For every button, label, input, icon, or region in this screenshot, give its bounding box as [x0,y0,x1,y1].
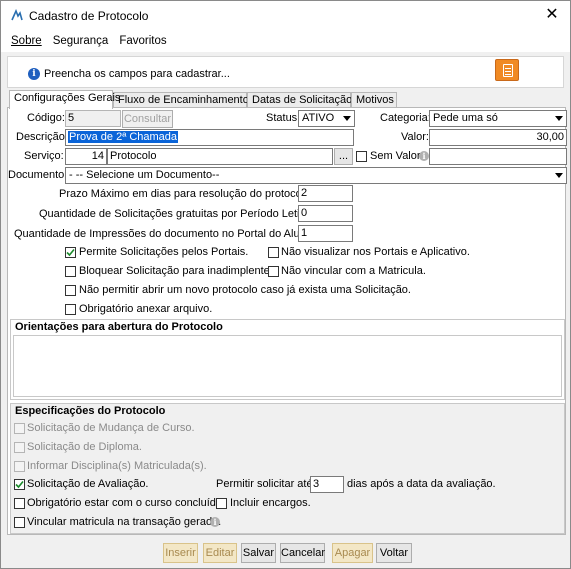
diploma-label: Solicitação de Diploma. [27,441,142,453]
codigo-field[interactable]: 5 [65,110,121,127]
documento-value: - -- Selecione um Documento-- [69,169,220,181]
servico-name-field[interactable]: Protocolo [107,148,333,165]
descricao-value: Prova de 2ª Chamada [68,131,179,143]
window-title: Cadastro de Protocolo [29,9,149,23]
permitir-ate-field[interactable]: 3 [310,476,344,493]
bloquear-label: Bloquear Solicitação para inadimplentes. [79,265,279,277]
orientacoes-group: Orientações para abertura do Protocolo [10,319,565,400]
mudanca-curso-checkbox[interactable] [14,423,25,434]
nao-visualizar-label: Não visualizar nos Portais e Aplicativo. [281,246,470,258]
voltar-button[interactable]: Voltar [376,543,412,563]
permitir-ate-label: Permitir solicitar até: [216,478,316,490]
especificacoes-group: Especificações do Protocolo Solicitação … [10,403,565,534]
menu-sobre[interactable]: Sobre [11,35,42,47]
close-icon[interactable]: ✕ [542,5,562,25]
status-label: Status: [266,112,301,124]
vincular-matricula-label: Vincular matricula na transação gerada. [27,516,222,528]
info-icon: i [419,151,429,161]
qtd-impressoes-field[interactable]: 1 [298,225,353,242]
qtd-solicitacoes-label: Quantidade de Solicitações gratuitas por… [39,208,315,220]
tab-configuracoes-gerais[interactable]: Configurações Gerais [9,90,120,109]
descricao-label: Descrição: [16,131,68,143]
informar-disciplina-label: Informar Disciplina(s) Matriculada(s). [27,460,207,472]
prazo-field[interactable]: 2 [298,185,353,202]
inserir-button[interactable]: Inserir [163,543,198,563]
valor-label: Valor: [401,131,429,143]
categoria-label: Categoria: [380,112,431,124]
curso-concluido-checkbox[interactable] [14,498,25,509]
qtd-impressoes-label: Quantidade de Impressões do documento no… [14,228,315,240]
curso-concluido-label: Obrigatório estar com o curso concluído. [27,497,226,509]
consultar-button[interactable]: Consultar [122,110,173,128]
bloquear-checkbox[interactable] [65,266,76,277]
menu-bar: Sobre Segurança Favoritos [1,30,570,52]
checkmark-icon [66,248,75,257]
nao-visualizar-checkbox[interactable] [268,247,279,258]
chevron-down-icon [555,173,563,178]
categoria-select[interactable]: Pede uma só [429,110,567,127]
chevron-down-icon [343,116,351,121]
cancelar-button[interactable]: Cancelar [280,543,325,563]
servico-code-field[interactable]: 14 [65,148,107,165]
config-panel: Código: 5 Consultar Status: ATIVO Catego… [7,107,567,535]
sem-valor-label: Sem Valor [370,150,421,162]
app-logo-icon [11,9,23,21]
diploma-checkbox[interactable] [14,442,25,453]
especificacoes-title: Especificações do Protocolo [15,405,166,417]
info-message: Preencha os campos para cadastrar... [44,68,230,80]
prazo-label: Prazo Máximo em dias para resolução do p… [59,188,314,200]
info-banner: i Preencha os campos para cadastrar... [7,56,564,88]
dias-label: dias após a data da avaliação. [347,478,496,490]
info-icon: i [28,68,40,80]
nao-vincular-label: Não vincular com a Matricula. [281,265,426,277]
protocol-window: Cadastro de Protocolo ✕ Sobre Segurança … [0,0,571,569]
vincular-matricula-checkbox[interactable] [14,517,25,528]
mudanca-curso-label: Solicitação de Mudança de Curso. [27,422,195,434]
chevron-down-icon [555,116,563,121]
status-select[interactable]: ATIVO [298,110,355,127]
orientacoes-textarea[interactable] [13,335,562,397]
title-bar: Cadastro de Protocolo ✕ [1,1,570,30]
descricao-field[interactable]: Prova de 2ª Chamada [65,129,354,146]
menu-seguranca[interactable]: Segurança [53,35,109,47]
orientacoes-title: Orientações para abertura do Protocolo [15,321,223,333]
menu-favoritos[interactable]: Favoritos [119,35,166,47]
permite-portais-checkbox[interactable] [65,247,76,258]
documento-label: Documento: [8,169,68,181]
sem-valor-checkbox[interactable] [356,151,367,162]
tab-fluxo-encaminhamentos[interactable]: Fluxo de Encaminhamentos [113,92,254,108]
nao-vincular-checkbox[interactable] [268,266,279,277]
incluir-encargos-checkbox[interactable] [216,498,227,509]
document-button[interactable] [495,59,519,81]
editar-button[interactable]: Editar [203,543,237,563]
categoria-value: Pede uma só [433,112,498,124]
valor-field[interactable]: 30,00 [429,129,567,146]
documento-select[interactable]: - -- Selecione um Documento-- [65,167,567,184]
checkmark-icon [15,480,24,489]
status-value: ATIVO [302,112,335,124]
incluir-encargos-label: Incluir encargos. [230,497,311,509]
sem-valor-field[interactable] [429,148,567,165]
avaliacao-label: Solicitação de Avaliação. [27,478,149,490]
permite-portais-label: Permite Solicitações pelos Portais. [79,246,249,258]
nao-permitir-checkbox[interactable] [65,285,76,296]
servico-lookup-button[interactable]: ... [334,148,353,165]
tab-datas-solicitacao[interactable]: Datas de Solicitação [247,92,352,108]
avaliacao-checkbox[interactable] [14,479,25,490]
nao-permitir-label: Não permitir abrir um novo protocolo cas… [79,284,411,296]
salvar-button[interactable]: Salvar [241,543,276,563]
info-icon: i [210,517,220,527]
informar-disciplina-checkbox[interactable] [14,461,25,472]
qtd-solicitacoes-field[interactable]: 0 [298,205,353,222]
obrigatorio-anexo-label: Obrigatório anexar arquivo. [79,303,213,315]
servico-label: Serviço: [24,150,64,162]
action-bar: Inserir Editar Salvar Cancelar Apagar Vo… [7,539,566,565]
apagar-button[interactable]: Apagar [332,543,373,563]
tab-motivos[interactable]: Motivos [351,92,397,108]
obrigatorio-anexo-checkbox[interactable] [65,304,76,315]
codigo-label: Código: [27,112,65,124]
